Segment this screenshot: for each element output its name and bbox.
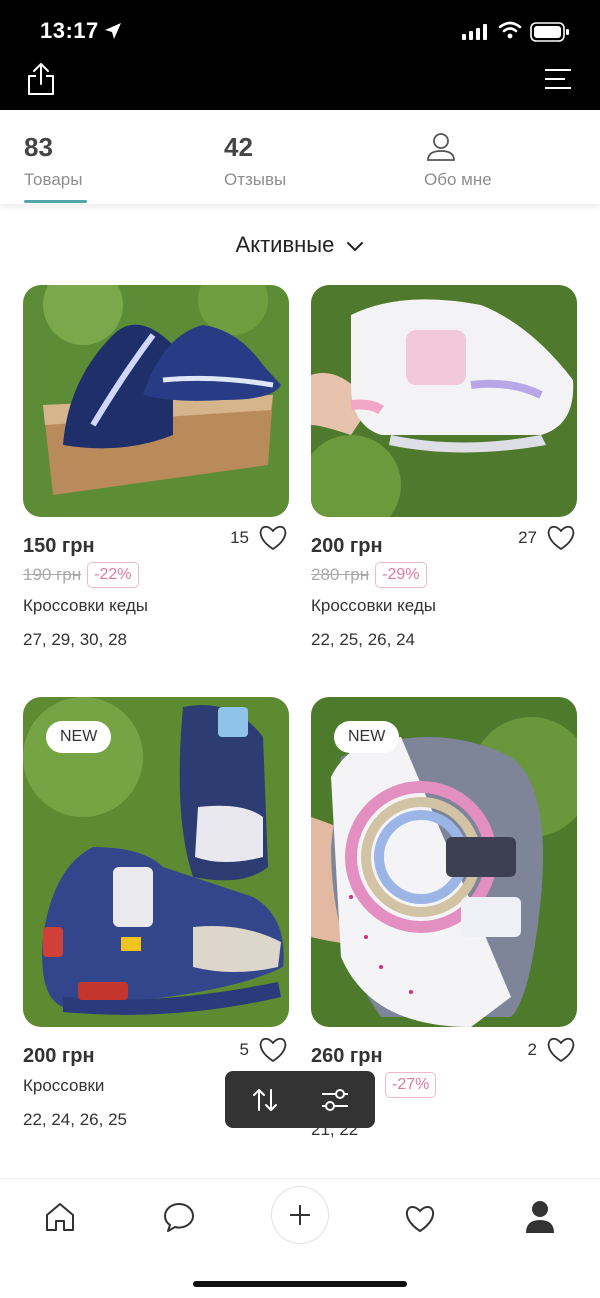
discount-badge: -22% bbox=[87, 562, 139, 588]
price-discount-row: 190 грн -22% bbox=[23, 562, 289, 588]
old-price: 190 грн bbox=[23, 565, 82, 584]
reviews-label: Отзывы bbox=[224, 170, 287, 189]
product-image[interactable] bbox=[23, 285, 289, 517]
tab-about[interactable]: Обо мне bbox=[424, 132, 492, 190]
favorite-button[interactable]: 5 bbox=[240, 1037, 289, 1063]
new-badge: NEW bbox=[334, 721, 400, 753]
location-arrow-icon bbox=[105, 23, 121, 39]
tab-goods[interactable]: 83 Товары bbox=[24, 132, 82, 190]
user-outline-icon bbox=[427, 133, 455, 161]
status-filter-dropdown[interactable]: Активные bbox=[0, 232, 600, 258]
signal-icon bbox=[462, 24, 487, 40]
home-indicator bbox=[193, 1281, 407, 1287]
product-card[interactable]: NEW 200 грн 5 Кроссовки 22, 24, 26, 25 bbox=[23, 697, 289, 1130]
likes-count: 27 bbox=[518, 528, 537, 547]
likes-count: 2 bbox=[527, 1040, 537, 1059]
menu-icon[interactable] bbox=[545, 68, 573, 90]
discount-badge: -29% bbox=[375, 562, 427, 588]
add-listing-button[interactable] bbox=[271, 1186, 329, 1244]
share-icon[interactable] bbox=[26, 62, 56, 96]
favorite-button[interactable]: 27 bbox=[518, 525, 577, 551]
profile-icon[interactable] bbox=[525, 1200, 555, 1234]
sliders-icon[interactable] bbox=[321, 1087, 349, 1113]
old-price: 280 грн bbox=[311, 565, 370, 584]
filter-label: Активные bbox=[235, 232, 335, 257]
heart-icon[interactable] bbox=[403, 1205, 437, 1233]
likes-count: 5 bbox=[239, 1040, 249, 1059]
likes-count: 15 bbox=[230, 528, 249, 547]
active-tab-indicator bbox=[24, 200, 87, 203]
discount-badge: -27% bbox=[385, 1072, 437, 1098]
heart-icon bbox=[259, 525, 287, 551]
status-time: 13:17 bbox=[40, 18, 99, 43]
product-card[interactable]: 200 грн 27 280 грн -29% Кроссовки кеды 2… bbox=[311, 285, 577, 650]
price-discount-row: 280 грн -29% bbox=[311, 562, 577, 588]
product-name: Кроссовки кеды bbox=[23, 596, 148, 615]
goods-label: Товары bbox=[24, 170, 83, 189]
tab-reviews[interactable]: 42 Отзывы bbox=[224, 132, 286, 190]
favorite-button[interactable]: 15 bbox=[230, 525, 289, 551]
goods-count: 83 bbox=[24, 132, 53, 162]
product-image[interactable]: NEW bbox=[23, 697, 289, 1027]
product-sizes: 27, 29, 30, 28 bbox=[23, 630, 127, 649]
plus-icon bbox=[290, 1205, 310, 1225]
heart-icon bbox=[259, 1037, 287, 1063]
battery-icon bbox=[530, 22, 569, 42]
new-badge: NEW bbox=[46, 721, 112, 753]
about-label: Обо мне bbox=[424, 170, 492, 189]
sort-icon[interactable] bbox=[251, 1086, 279, 1114]
product-sizes: 22, 25, 26, 24 bbox=[311, 630, 415, 649]
product-image[interactable]: NEW bbox=[311, 697, 577, 1027]
heart-icon bbox=[547, 525, 575, 551]
favorite-button[interactable]: 2 bbox=[528, 1037, 577, 1063]
bottom-navigation bbox=[0, 1178, 600, 1298]
wifi-icon bbox=[498, 21, 522, 39]
home-icon[interactable] bbox=[44, 1201, 76, 1233]
chevron-down-icon bbox=[347, 242, 364, 252]
product-name: Кроссовки кеды bbox=[311, 596, 436, 615]
product-card[interactable]: 150 грн 15 190 грн -22% Кроссовки кеды 2… bbox=[23, 285, 289, 650]
sort-filter-bar bbox=[225, 1071, 375, 1128]
chat-icon[interactable] bbox=[163, 1201, 195, 1233]
status-bar: 13:17 bbox=[0, 0, 600, 110]
reviews-count: 42 bbox=[224, 132, 253, 162]
profile-stats-tabs: 83 Товары 42 Отзывы Обо мне bbox=[0, 110, 600, 204]
heart-icon bbox=[547, 1037, 575, 1063]
product-image[interactable] bbox=[311, 285, 577, 517]
